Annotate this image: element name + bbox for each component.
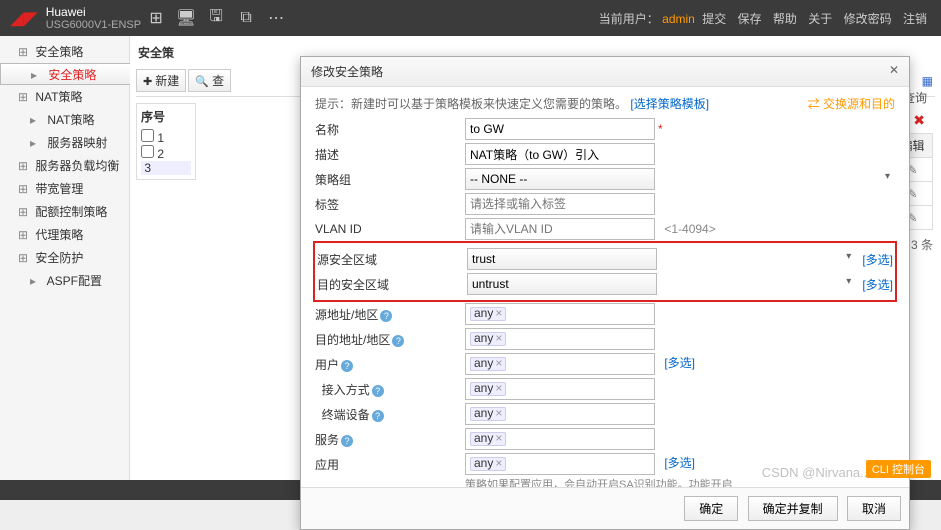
lbl-tag: 标签 <box>315 196 465 213</box>
name-input[interactable] <box>465 118 655 140</box>
sidebar-item[interactable]: ⊞ 安全策略 <box>0 40 129 63</box>
row-check-1[interactable] <box>141 129 154 142</box>
dst-zone-multi[interactable]: [多选] <box>862 276 893 293</box>
swap-src-dst-link[interactable]: 交换源和目的 <box>808 95 895 112</box>
hdr-link-pwd[interactable]: 修改密码 <box>844 12 892 26</box>
vlan-input[interactable] <box>465 218 655 240</box>
choose-template-link[interactable]: [选择策略模板] <box>630 97 709 111</box>
lbl-app: 应用 <box>315 456 465 473</box>
brand-name: Huawei <box>46 5 86 19</box>
huawei-logo-icon: ◢◤ <box>10 8 38 29</box>
hdr-icon-4[interactable]: ⧉ <box>231 9 261 27</box>
sidebar-item[interactable]: ▸ ASPF配置 <box>0 269 129 292</box>
sidebar-item[interactable]: ▸ 服务器映射 <box>0 131 129 154</box>
hdr-link-save[interactable]: 保存 <box>738 12 762 26</box>
lbl-user: 用户? <box>315 356 465 373</box>
src-addr-box[interactable]: any× <box>465 303 655 325</box>
src-zone-select[interactable]: trust <box>467 248 657 270</box>
current-user-label: 当前用户： <box>599 12 659 26</box>
app-box[interactable]: any× <box>465 453 655 475</box>
sidebar-item[interactable]: ⊞ NAT策略 <box>0 85 129 108</box>
dialog-tip: 提示：新建时可以基于策略模板来快速定义您需要的策略。 <box>315 97 627 111</box>
header-right: 当前用户： admin 提交 保存 帮助 关于 修改密码 注销 <box>599 10 931 27</box>
seq-header: 序号 <box>141 110 165 124</box>
dialog-close-icon[interactable]: ✕ <box>889 63 899 80</box>
term-box[interactable]: any× <box>465 403 655 425</box>
lbl-group: 策略组 <box>315 171 465 188</box>
lbl-src-addr: 源地址/地区? <box>315 306 465 323</box>
edit-policy-dialog: 修改安全策略 ✕ 提示：新建时可以基于策略模板来快速定义您需要的策略。 [选择策… <box>300 56 910 530</box>
query-button[interactable]: 🔍 查 <box>188 69 231 92</box>
sidebar-item[interactable]: ⊞ 安全防护 <box>0 246 129 269</box>
hdr-icon-5[interactable]: ⋯ <box>261 8 291 28</box>
lbl-svc: 服务? <box>315 431 465 448</box>
lbl-name: 名称 <box>315 121 465 138</box>
hdr-icon-2[interactable]: 🖥 <box>171 8 201 28</box>
sidebar-item[interactable]: ⊞ 代理策略 <box>0 223 129 246</box>
hdr-link-about[interactable]: 关于 <box>808 12 832 26</box>
brand-block: Huawei USG6000V1-ENSP <box>46 5 141 31</box>
sidebar-item[interactable]: ▸ NAT策略 <box>0 108 129 131</box>
svc-box[interactable]: any× <box>465 428 655 450</box>
cli-console-button[interactable]: CLI 控制台 <box>866 460 931 478</box>
user-multi[interactable]: [多选] <box>664 356 695 370</box>
hdr-link-help[interactable]: 帮助 <box>773 12 797 26</box>
user-box[interactable]: any× <box>465 353 655 375</box>
lbl-dst-zone: 目的安全区域 <box>317 276 467 293</box>
access-box[interactable]: any× <box>465 378 655 400</box>
app-header: ◢◤ Huawei USG6000V1-ENSP ⊞ 🖥 🖫 ⧉ ⋯ 当前用户：… <box>0 0 941 36</box>
sidebar: ⊞ 安全策略▸ 安全策略⊞ NAT策略▸ NAT策略▸ 服务器映射⊞ 服务器负载… <box>0 36 130 480</box>
hdr-icon-1[interactable]: ⊞ <box>141 8 171 28</box>
tag-input[interactable] <box>465 193 655 215</box>
dst-addr-box[interactable]: any× <box>465 328 655 350</box>
dst-zone-select[interactable]: untrust <box>467 273 657 295</box>
lbl-desc: 描述 <box>315 146 465 163</box>
lbl-term: 终端设备? <box>315 406 465 423</box>
new-button[interactable]: ✚ 新建 <box>136 69 186 92</box>
watermark: CSDN @Nirvana... <box>762 465 871 480</box>
src-zone-multi[interactable]: [多选] <box>862 251 893 268</box>
lbl-src-zone: 源安全区域 <box>317 251 467 268</box>
sidebar-item[interactable]: ⊞ 带宽管理 <box>0 177 129 200</box>
desc-input[interactable] <box>465 143 655 165</box>
lbl-vlan: VLAN ID <box>315 222 465 236</box>
dialog-title: 修改安全策略 <box>311 63 383 80</box>
current-user: admin <box>662 12 695 26</box>
group-select[interactable]: -- NONE -- <box>465 168 655 190</box>
app-multi[interactable]: [多选] <box>664 456 695 470</box>
model-name: USG6000V1-ENSP <box>46 19 141 31</box>
sidebar-item[interactable]: ⊞ 配额控制策略 <box>0 200 129 223</box>
lbl-dst-addr: 目的地址/地区? <box>315 331 465 348</box>
hdr-link-logout[interactable]: 注销 <box>903 12 927 26</box>
row-check-2[interactable] <box>141 145 154 158</box>
sidebar-item[interactable]: ⊞ 服务器负载均衡 <box>0 154 129 177</box>
vlan-hint: <1-4094> <box>664 222 715 236</box>
lbl-access: 接入方式? <box>315 381 465 398</box>
content-area: 安全策 ✚ 新建 🔍 查 序号 1 2 3 ⟳刷新 ▦命中查询 ▦清除命中查询 … <box>130 36 941 480</box>
hdr-icon-3[interactable]: 🖫 <box>201 5 231 32</box>
hdr-link-commit[interactable]: 提交 <box>702 12 726 26</box>
